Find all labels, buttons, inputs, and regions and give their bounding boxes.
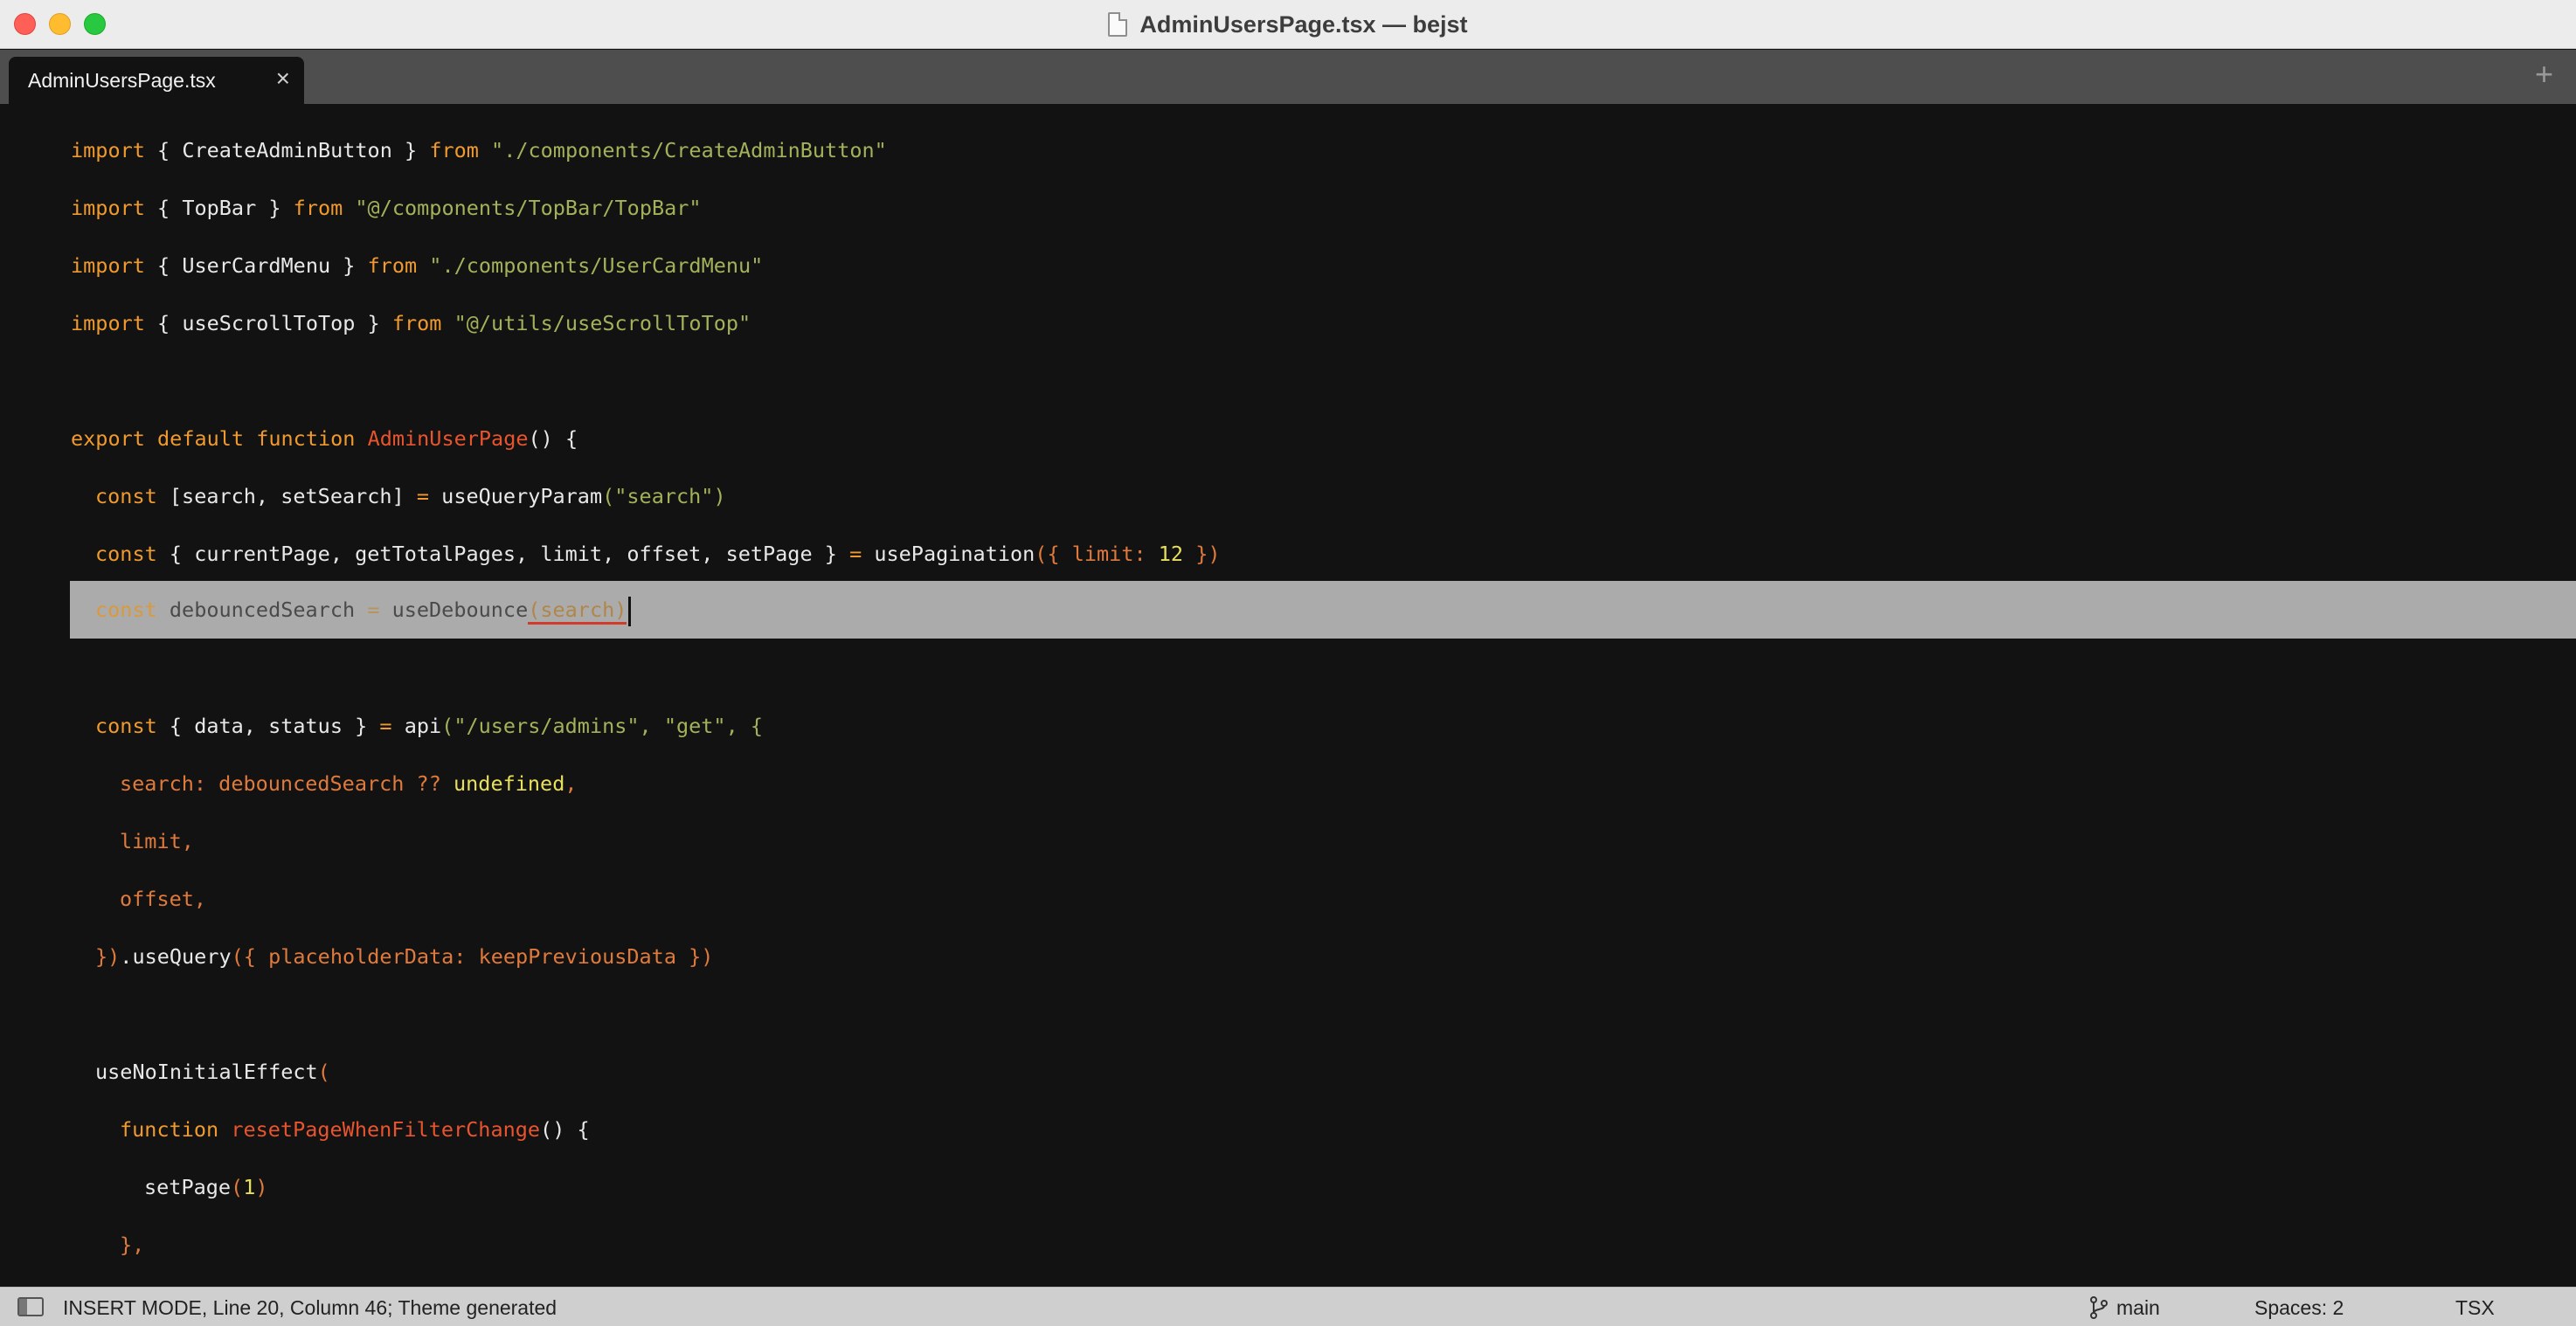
- string: "./components/UserCardMenu": [417, 253, 764, 278]
- call: useQueryParam: [429, 484, 603, 508]
- code-text: offset,: [120, 887, 207, 911]
- call: api: [391, 714, 442, 738]
- status-bar: INSERT MODE, Line 20, Column 46; Theme g…: [0, 1287, 2576, 1326]
- status-mode: INSERT MODE, Line 20, Column 46; Theme g…: [63, 1296, 557, 1319]
- literal: undefined: [454, 771, 565, 796]
- git-branch-icon: [2090, 1296, 2108, 1319]
- keyword: const: [95, 714, 157, 738]
- code-text: },: [120, 1233, 145, 1257]
- argument: (search): [528, 597, 627, 625]
- code-line[interactable]: search: debouncedSearch ?? undefined,: [120, 755, 578, 812]
- argument: ("/users/admins", "get", {: [441, 714, 764, 738]
- call: .useQuery: [120, 944, 232, 969]
- argument: }): [1183, 542, 1221, 566]
- code-line[interactable]: setPage(1): [144, 1158, 268, 1216]
- keyword: import: [71, 311, 145, 335]
- code-line[interactable]: useNoInitialEffect(: [95, 1043, 330, 1101]
- keyword: from: [293, 196, 343, 220]
- tab-close-icon[interactable]: ×: [276, 66, 290, 91]
- title-bar: AdminUsersPage.tsx — bejst: [0, 0, 2576, 49]
- operator: =: [379, 714, 392, 738]
- code-text: () {: [528, 426, 578, 451]
- code-line[interactable]: offset,: [120, 870, 206, 928]
- code-line[interactable]: import { UserCardMenu } from "./componen…: [71, 237, 763, 294]
- keyword: from: [367, 253, 418, 278]
- code-text: { useScrollToTop }: [144, 311, 392, 335]
- code-text: { currentPage, getTotalPages, limit, off…: [156, 542, 850, 566]
- window-title: AdminUsersPage.tsx — bejst: [1139, 10, 1468, 38]
- operator: =: [416, 484, 430, 508]
- code-text: { UserCardMenu }: [144, 253, 368, 278]
- code-text: ): [255, 1175, 268, 1199]
- code-text: (: [317, 1060, 330, 1084]
- code-line[interactable]: const { currentPage, getTotalPages, limi…: [95, 525, 1221, 583]
- function-name: AdminUserPage: [355, 426, 529, 451]
- status-branch[interactable]: main: [2116, 1296, 2160, 1320]
- keyword: function: [120, 1117, 219, 1142]
- code-editor[interactable]: import { CreateAdminButton } from "./com…: [0, 104, 2576, 1287]
- code-line[interactable]: import { CreateAdminButton } from "./com…: [71, 121, 887, 179]
- code-text: { CreateAdminButton }: [144, 138, 430, 162]
- code-line[interactable]: },: [120, 1216, 144, 1274]
- code-text: [search, setSearch]: [156, 484, 417, 508]
- code-text: (: [231, 1175, 244, 1199]
- keyword: const: [95, 542, 157, 566]
- keyword: import: [71, 253, 145, 278]
- call: useNoInitialEffect: [95, 1060, 318, 1084]
- code-line[interactable]: }).useQuery({ placeholderData: keepPrevi…: [95, 928, 713, 985]
- document-icon: [1108, 12, 1128, 37]
- code-text: { TopBar }: [144, 196, 294, 220]
- keyword: import: [71, 196, 145, 220]
- status-indentation[interactable]: Spaces: 2: [2254, 1296, 2344, 1320]
- sidebar-toggle-icon[interactable]: [17, 1297, 44, 1316]
- code-line[interactable]: export default function AdminUserPage() …: [71, 410, 578, 467]
- code-line[interactable]: const [search, setSearch] = useQueryPara…: [95, 467, 726, 525]
- code-line[interactable]: limit,: [120, 812, 194, 870]
- keyword: export default function: [71, 426, 356, 451]
- operator: =: [849, 542, 862, 566]
- text-cursor: [628, 596, 632, 626]
- code-text: }): [95, 944, 121, 969]
- code-text: debouncedSearch: [156, 597, 368, 622]
- string: "@/utils/useScrollToTop": [441, 311, 751, 335]
- code-text: ,: [564, 771, 578, 796]
- keyword: from: [429, 138, 479, 162]
- code-text: search: debouncedSearch ??: [120, 771, 454, 796]
- code-line[interactable]: import { useScrollToTop } from "@/utils/…: [71, 294, 751, 352]
- string: "./components/CreateAdminButton": [478, 138, 887, 162]
- keyword: import: [71, 138, 145, 162]
- tab-bar: AdminUsersPage.tsx × +: [0, 50, 2576, 104]
- code-text: () {: [540, 1117, 590, 1142]
- keyword: const: [95, 484, 157, 508]
- number: 12: [1158, 542, 1184, 566]
- code-line[interactable]: function resetPageWhenFilterChange() {: [120, 1101, 590, 1158]
- operator: =: [367, 597, 380, 622]
- tab-label: AdminUsersPage.tsx: [28, 69, 216, 92]
- tab-adminuserspage[interactable]: AdminUsersPage.tsx ×: [9, 57, 304, 104]
- code-text: { data, status }: [156, 714, 380, 738]
- new-tab-button[interactable]: +: [2535, 59, 2553, 90]
- string: "@/components/TopBar/TopBar": [343, 196, 702, 220]
- call: setPage: [144, 1175, 232, 1199]
- code-line[interactable]: import { TopBar } from "@/components/Top…: [71, 179, 702, 237]
- code-text: limit,: [120, 829, 194, 853]
- code-line-selected[interactable]: const debouncedSearch = useDebounce(sear…: [95, 581, 632, 639]
- call: useDebounce: [379, 597, 529, 622]
- argument: ("search"): [602, 484, 726, 508]
- argument: ({ limit:: [1035, 542, 1159, 566]
- keyword: from: [391, 311, 442, 335]
- function-name: resetPageWhenFilterChange: [218, 1117, 541, 1142]
- call: usePagination: [862, 542, 1035, 566]
- argument: ({ placeholderData: keepPreviousData }): [231, 944, 714, 969]
- keyword: const: [95, 597, 157, 622]
- code-line[interactable]: const { data, status } = api("/users/adm…: [95, 697, 763, 755]
- number: 1: [243, 1175, 256, 1199]
- status-syntax[interactable]: TSX: [2455, 1296, 2495, 1320]
